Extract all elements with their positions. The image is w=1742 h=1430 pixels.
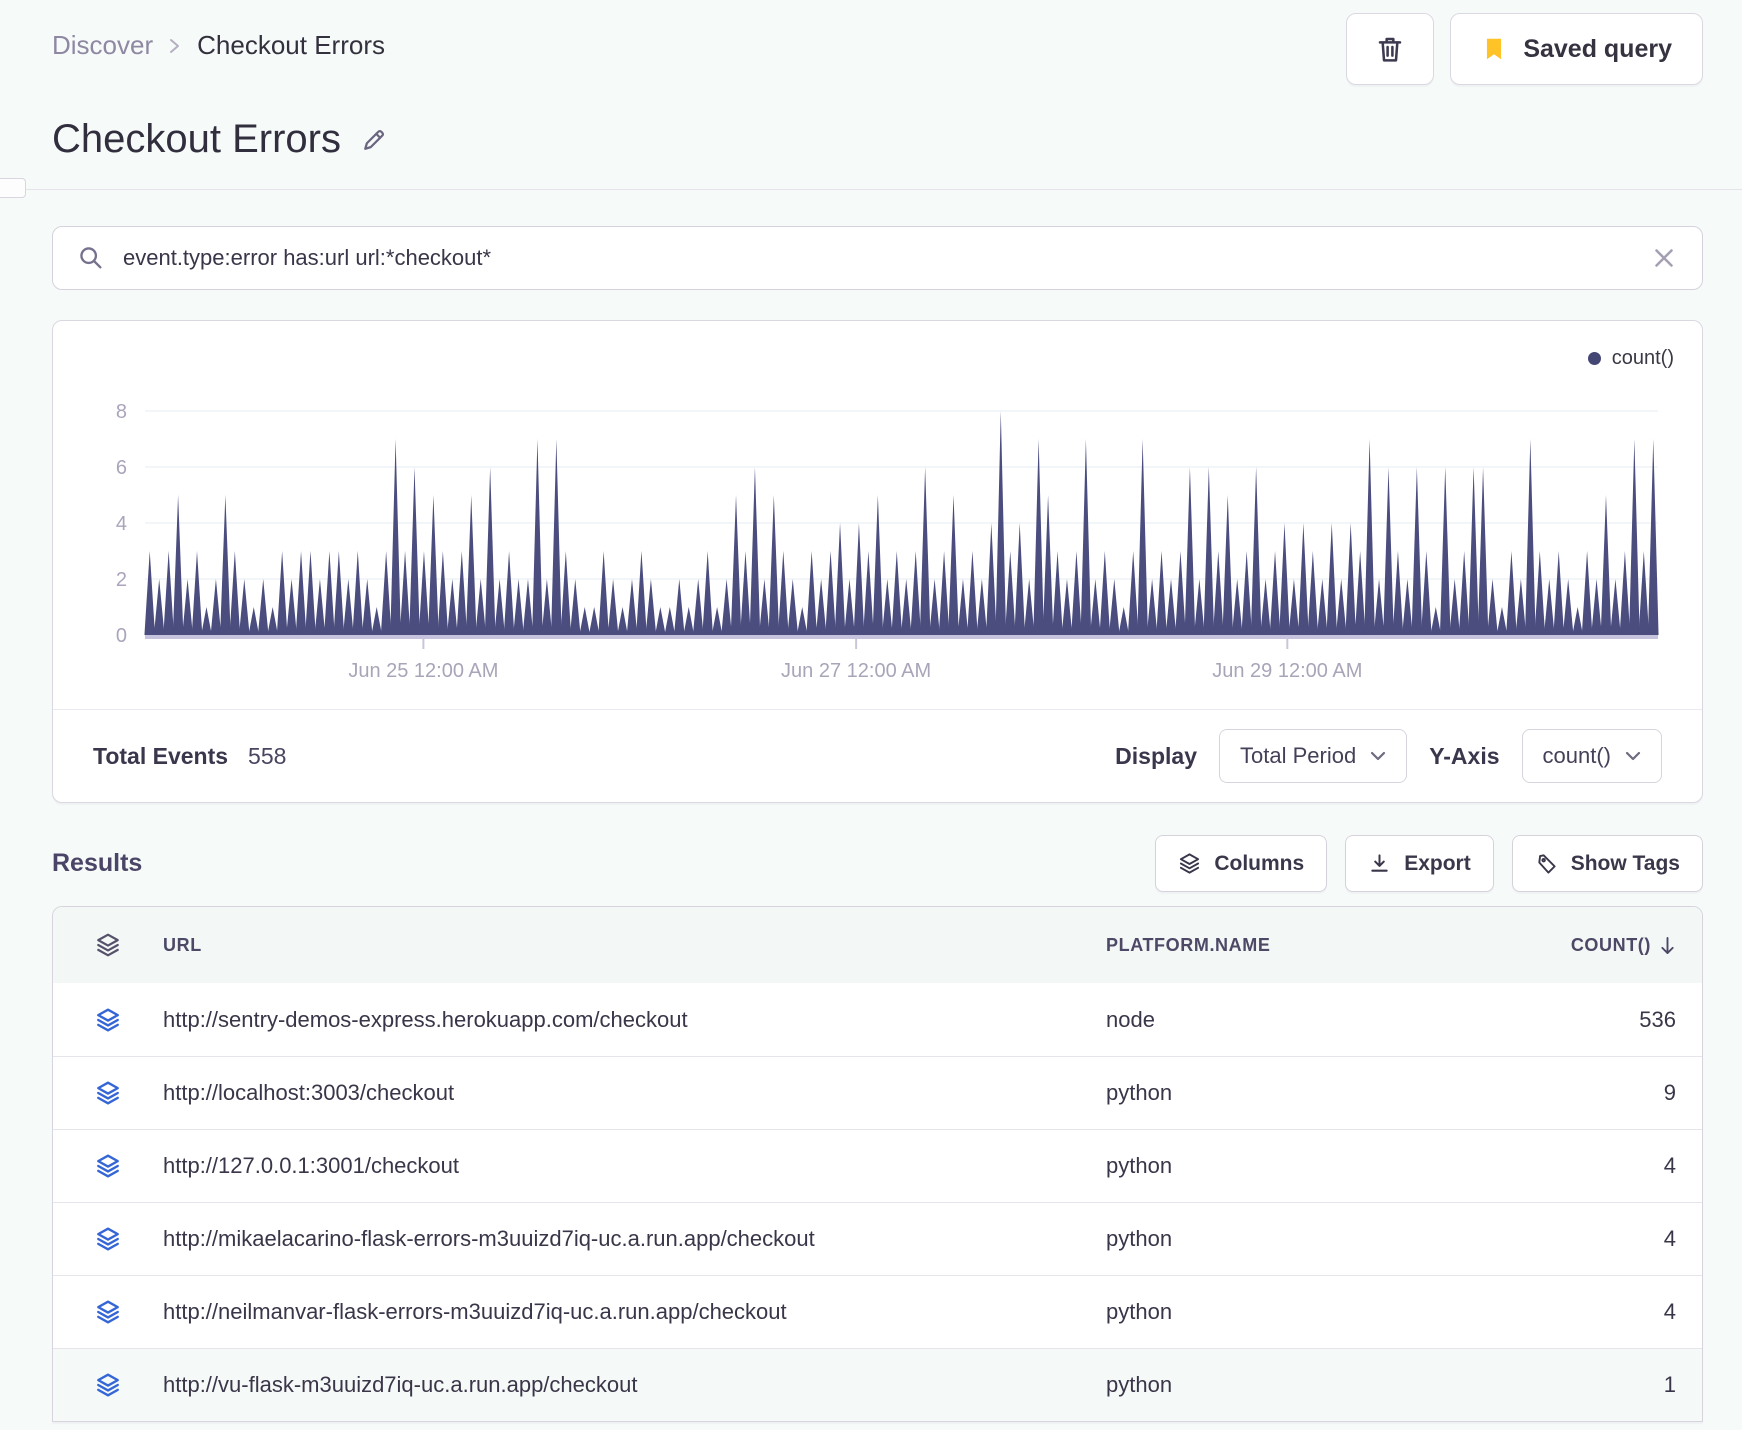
download-icon: [1368, 852, 1391, 875]
url-cell-link[interactable]: http://mikaelacarino-flask-errors-m3uuiz…: [163, 1226, 1106, 1252]
chart-panel: count() 0 2 4 6 8 Jun 25 12:00 AM Jun 27 12:00…: [52, 320, 1703, 803]
column-header-url[interactable]: URL: [163, 935, 1106, 956]
count-cell: 4: [1663, 1226, 1676, 1251]
stack-header-icon: [53, 932, 163, 958]
svg-text:6: 6: [116, 457, 127, 479]
column-header-count[interactable]: COUNT(): [1506, 935, 1676, 956]
display-select[interactable]: Total Period: [1219, 729, 1408, 783]
sort-desc-icon: [1659, 936, 1676, 955]
count-cell: 9: [1663, 1080, 1676, 1105]
clear-search-icon[interactable]: [1650, 244, 1678, 272]
saved-query-label: Saved query: [1523, 34, 1672, 63]
table-row: http://127.0.0.1:3001/checkout python 4: [53, 1129, 1702, 1202]
chart-svg: 0 2 4 6 8 Jun 25 12:00 AM Jun 27 12:00 AM Jun 2…: [116, 401, 1659, 682]
table-header-row: URL PLATFORM.NAME COUNT(): [53, 907, 1702, 983]
page-header: Discover Checkout Errors Saved query: [52, 0, 1703, 85]
page-title: Checkout Errors: [52, 117, 341, 161]
search-bar: [52, 226, 1703, 290]
edit-title-icon[interactable]: [359, 125, 389, 155]
url-cell-link[interactable]: http://vu-flask-m3uuizd7iq-uc.a.run.app/…: [163, 1372, 1106, 1398]
platform-cell: python: [1106, 1080, 1173, 1105]
count-cell: 536: [1639, 1006, 1676, 1032]
chart-legend[interactable]: count(): [81, 343, 1674, 373]
url-cell-link[interactable]: http://localhost:3003/checkout: [163, 1080, 1106, 1106]
stack-row-icon[interactable]: [53, 1007, 163, 1033]
breadcrumb: Discover Checkout Errors: [52, 30, 385, 61]
header-actions: Saved query: [1346, 13, 1703, 85]
platform-cell: python: [1106, 1226, 1173, 1251]
svg-text:2: 2: [116, 569, 127, 591]
platform-cell: python: [1106, 1153, 1173, 1178]
svg-text:0: 0: [116, 625, 127, 647]
url-cell-link[interactable]: http://127.0.0.1:3001/checkout: [163, 1153, 1106, 1179]
show-tags-button-label: Show Tags: [1570, 851, 1680, 875]
tag-icon: [1535, 852, 1558, 875]
table-row: http://localhost:3003/checkout python 9: [53, 1056, 1702, 1129]
url-cell-link[interactable]: http://sentry-demos-express.herokuapp.co…: [163, 1007, 1106, 1033]
table-body: http://sentry-demos-express.herokuapp.co…: [53, 983, 1702, 1421]
breadcrumb-current: Checkout Errors: [197, 30, 385, 60]
saved-query-button[interactable]: Saved query: [1450, 13, 1703, 85]
chart-footer: Total Events 558 Display Total Period Y-…: [53, 710, 1702, 802]
svg-text:8: 8: [116, 401, 127, 423]
trash-icon: [1374, 33, 1406, 65]
events-chart[interactable]: 0 2 4 6 8 Jun 25 12:00 AM Jun 27 12:00 AM Jun 2…: [81, 385, 1674, 693]
layers-icon: [1178, 852, 1201, 875]
header-divider: [0, 178, 1742, 198]
stack-row-icon[interactable]: [53, 1372, 163, 1398]
table-row: http://vu-flask-m3uuizd7iq-uc.a.run.app/…: [53, 1348, 1702, 1421]
column-header-platform[interactable]: PLATFORM.NAME: [1106, 935, 1506, 956]
legend-dot: [1587, 351, 1601, 365]
breadcrumb-discover-link[interactable]: Discover: [52, 30, 153, 61]
yaxis-select-value: count(): [1542, 743, 1611, 768]
url-cell-link[interactable]: http://neilmanvar-flask-errors-m3uuizd7i…: [163, 1299, 1106, 1325]
table-row: http://neilmanvar-flask-errors-m3uuizd7i…: [53, 1275, 1702, 1348]
search-input[interactable]: [123, 245, 1632, 271]
chevron-down-icon: [1370, 751, 1386, 762]
total-events-value: 558: [248, 742, 287, 769]
yaxis-label: Y-Axis: [1429, 742, 1500, 769]
search-icon: [77, 244, 105, 272]
table-row: http://mikaelacarino-flask-errors-m3uuiz…: [53, 1202, 1702, 1275]
count-cell: 1: [1663, 1372, 1676, 1397]
display-select-value: Total Period: [1240, 743, 1357, 768]
results-table: URL PLATFORM.NAME COUNT() http://sentry-…: [52, 906, 1703, 1422]
legend-label: count(): [1611, 346, 1674, 369]
display-label: Display: [1115, 742, 1197, 769]
stack-row-icon[interactable]: [53, 1226, 163, 1252]
svg-text:4: 4: [116, 513, 127, 535]
table-row: http://sentry-demos-express.herokuapp.co…: [53, 983, 1702, 1056]
columns-button-label: Columns: [1214, 851, 1305, 875]
delete-query-button[interactable]: [1346, 13, 1435, 85]
export-button[interactable]: Export: [1345, 835, 1494, 892]
platform-cell: python: [1106, 1372, 1173, 1397]
total-events-label: Total Events: [93, 742, 229, 769]
export-button-label: Export: [1404, 851, 1471, 875]
chevron-right-icon: [168, 36, 182, 56]
stack-row-icon[interactable]: [53, 1080, 163, 1106]
drawer-handle[interactable]: [0, 178, 26, 198]
columns-button[interactable]: Columns: [1155, 835, 1328, 892]
bookmark-icon: [1481, 35, 1507, 63]
stack-row-icon[interactable]: [53, 1153, 163, 1179]
show-tags-button[interactable]: Show Tags: [1511, 835, 1703, 892]
results-heading: Results: [52, 849, 143, 877]
svg-text:Jun 25 12:00 AM: Jun 25 12:00 AM: [348, 660, 498, 682]
svg-text:Jun 29 12:00 AM: Jun 29 12:00 AM: [1212, 660, 1362, 682]
platform-cell: node: [1106, 1006, 1155, 1032]
stack-row-icon[interactable]: [53, 1299, 163, 1325]
count-cell: 4: [1663, 1299, 1676, 1324]
yaxis-select[interactable]: count(): [1521, 729, 1662, 783]
chevron-down-icon: [1625, 751, 1641, 762]
platform-cell: python: [1106, 1299, 1173, 1324]
count-cell: 4: [1663, 1153, 1676, 1178]
svg-text:Jun 27 12:00 AM: Jun 27 12:00 AM: [781, 660, 931, 682]
